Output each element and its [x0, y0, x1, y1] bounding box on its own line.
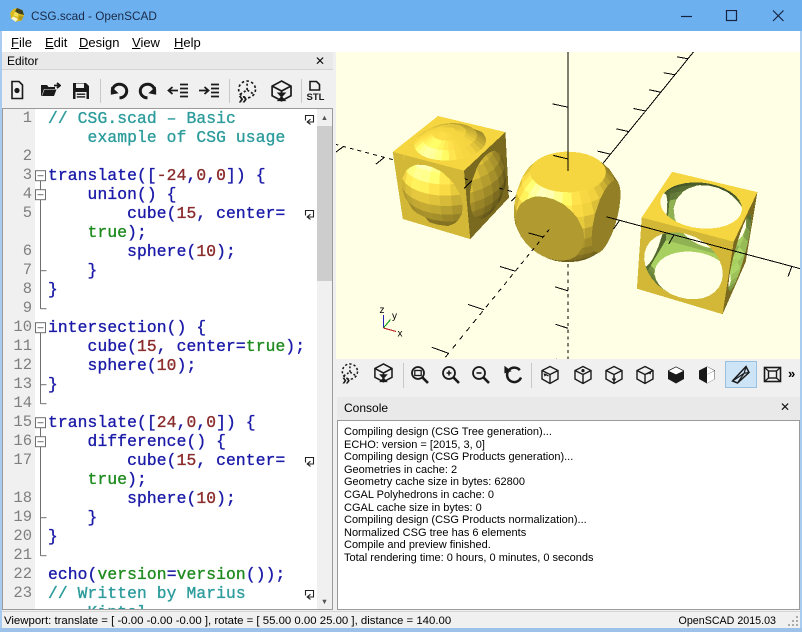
svg-text:»: » — [342, 371, 350, 387]
svg-text:x: x — [398, 329, 403, 340]
svg-text:z: z — [380, 305, 385, 316]
svg-text:STL: STL — [307, 92, 325, 102]
svg-text:y: y — [392, 311, 397, 322]
svg-text:»: » — [238, 89, 247, 103]
